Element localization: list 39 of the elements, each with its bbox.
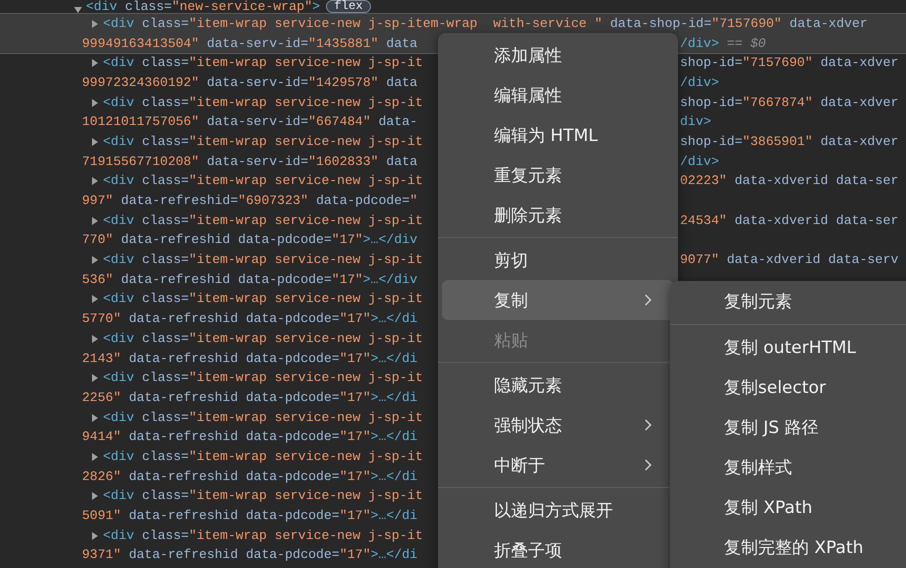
code-line: 9414" data-refreshid data-pdcode="17">…</di [82,429,418,446]
code-line: /div> [680,74,720,91]
code-line: <div class="item-wrap service-new j-sp-it [103,252,423,268]
code-line: <div class="item-wrap service-new j-sp-it [103,330,423,347]
code-line: 770" data-refreshid data-pdcode="17">…</div [82,232,418,248]
code-line: 02223" data-xdverid data-ser [680,173,898,190]
code-line: 536" data-refreshid data-pdcode="17">…</div [82,272,418,288]
code-line: <div class="item-wrap service-new j-sp-it [103,134,423,150]
code-line: 24534" data-xdverid data-ser [680,212,898,229]
code-line: /div> [680,154,720,170]
code-line: 99972324360192" data-serv-id="1429578" data [82,74,418,91]
code-line: div> [680,114,712,130]
code-line: 71915567710208" data-serv-id="1602833" data [82,154,418,170]
code-line: shop-id="7157690" data-xdver [680,55,898,72]
code-line: <div class="item-wrap service-new j-sp-it [103,291,423,308]
code-line: <div class="item-wrap service-new j-sp-it [103,212,423,229]
code-line: <div class="item-wrap service-new j-sp-it [103,410,423,426]
code-line: 2256" data-refreshid data-pdcode="17">…</di [82,390,418,406]
code-line: 5770" data-refreshid data-pdcode="17">…</di [82,311,418,328]
code-line: <div class="item-wrap service-new j-sp-it [103,528,423,544]
code-line: <div class="item-wrap service-new j-sp-it [103,370,423,386]
code-line: <div class="item-wrap service-new j-sp-it [103,488,423,504]
code-line: 5091" data-refreshid data-pdcode="17">…</di [82,508,418,524]
code-line: <div class="item-wrap service-new j-sp-it [103,448,423,465]
code-line: <div class="item-wrap service-new j-sp-item-wrap with-service " data-shop-id="7157690" data-xdver [103,16,868,32]
code-line: 9371" data-refreshid data-pdcode="17">…</di [82,547,418,564]
code-line: 99949163413504" data-serv-id="1435881" data [82,36,418,52]
code-line: shop-id="7667874" data-xdver [680,94,898,111]
code-line: 9077" data-xdverid data-serv [680,252,898,268]
code-line: 2826" data-refreshid data-pdcode="17">…</di [82,468,418,485]
code-line: <div class="item-wrap service-new j-sp-it [103,55,423,72]
code-line: shop-id="3865901" data-xdver [680,134,898,150]
code-line: /div> == $0 [680,36,766,52]
code-line: 2143" data-refreshid data-pdcode="17">…</di [82,350,418,367]
code-line: 997" data-refreshid="6907323" data-pdcode=" [82,193,418,210]
code-line: <div class="item-wrap service-new j-sp-it [103,173,423,190]
code-line: <div class="item-wrap service-new j-sp-it [103,94,423,111]
code-line: 10121011757056" data-serv-id="667484" data- [82,114,418,130]
code-line: <div class="new-service-wrap"> [86,0,320,14]
